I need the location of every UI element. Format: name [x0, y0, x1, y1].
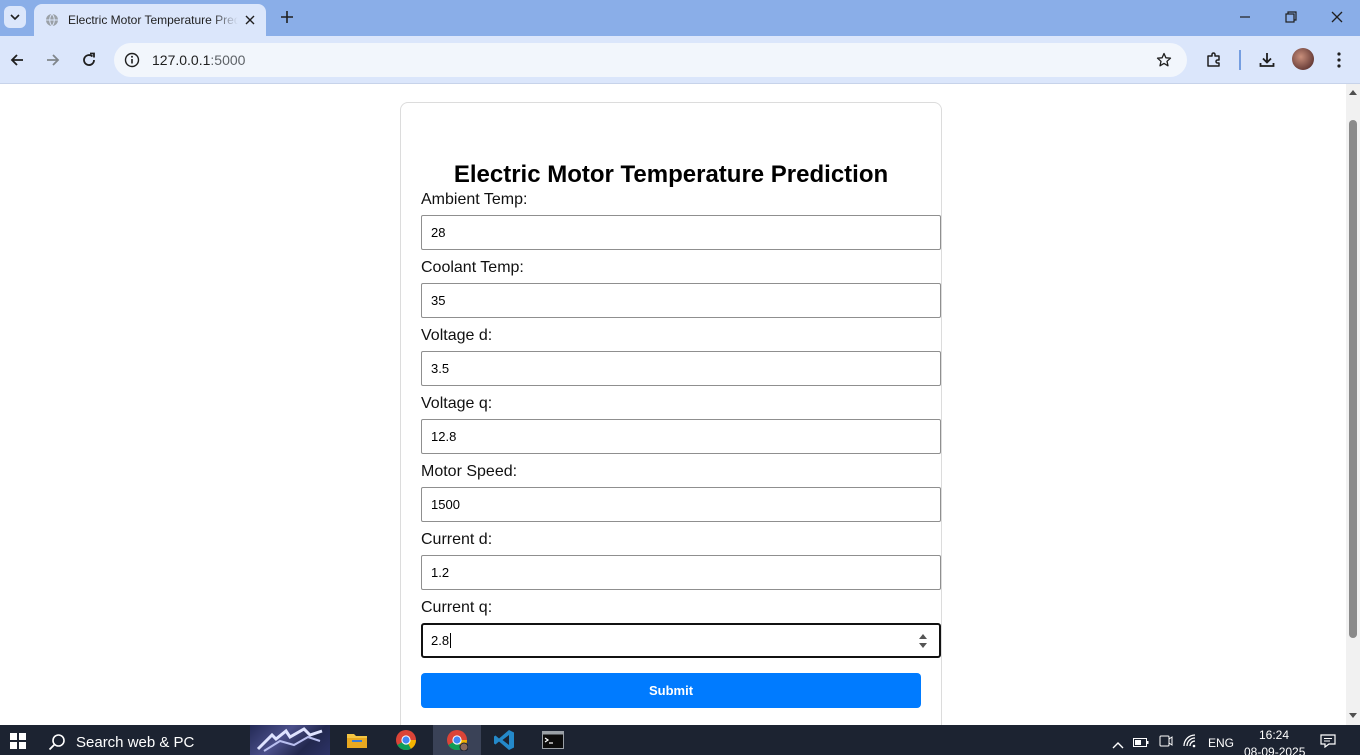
- minimize-icon: [1240, 16, 1250, 18]
- scroll-down-icon[interactable]: [1349, 712, 1357, 718]
- spinner-up-icon: [919, 634, 927, 639]
- site-info-icon[interactable]: [124, 52, 140, 68]
- file-explorer-icon[interactable]: [333, 725, 381, 755]
- search-highlight-image[interactable]: [250, 725, 330, 755]
- voltage-q-input[interactable]: 12.8: [421, 419, 941, 454]
- page-viewport: Electric Motor Temperature Prediction Am…: [0, 84, 1346, 725]
- close-icon: [1331, 11, 1343, 23]
- scroll-up-icon[interactable]: [1349, 89, 1357, 95]
- restore-button[interactable]: [1268, 0, 1314, 34]
- voltage-d-label: Voltage d:: [421, 327, 493, 344]
- search-icon: [48, 734, 65, 751]
- ambient-temp-value: 28: [431, 225, 446, 240]
- voltage-q-label: Voltage q:: [421, 395, 493, 412]
- current-q-input[interactable]: 2.8: [421, 623, 941, 658]
- voltage-d-input[interactable]: 3.5: [421, 351, 941, 386]
- menu-button[interactable]: [1327, 48, 1351, 72]
- url-host: 127.0.0.1: [152, 52, 211, 68]
- page-title: Electric Motor Temperature Prediction: [453, 161, 889, 188]
- address-bar[interactable]: 127.0.0.1:5000: [114, 43, 1187, 77]
- spinner-down-icon: [919, 643, 927, 648]
- chrome-icon[interactable]: [382, 725, 430, 755]
- browser-tab[interactable]: Electric Motor Temperature Prediction: [34, 4, 266, 36]
- globe-icon: [44, 12, 60, 28]
- coolant-temp-input[interactable]: 35: [421, 283, 941, 318]
- number-spinner[interactable]: [919, 634, 927, 648]
- wifi-icon[interactable]: [1183, 734, 1199, 753]
- voltage-q-value: 12.8: [431, 429, 457, 444]
- reload-button[interactable]: [77, 48, 101, 72]
- toolbar-divider: [1239, 50, 1241, 70]
- forward-button[interactable]: [41, 48, 65, 72]
- windows-start-icon[interactable]: [10, 733, 26, 749]
- chevron-down-icon: [10, 14, 20, 21]
- clock-date[interactable]: 08-09-2025: [1244, 745, 1305, 755]
- extensions-button[interactable]: [1202, 48, 1226, 72]
- arrow-right-icon: [47, 54, 60, 66]
- tab-title: Electric Motor Temperature Prediction: [68, 13, 238, 27]
- downloads-button[interactable]: [1255, 48, 1279, 72]
- back-button[interactable]: [5, 48, 29, 72]
- submit-button[interactable]: Submit: [421, 673, 921, 708]
- notification-icon[interactable]: [1320, 734, 1336, 753]
- reload-icon: [83, 52, 95, 66]
- new-tab-button[interactable]: [276, 6, 298, 28]
- text-caret: [450, 633, 452, 648]
- tab-strip: Electric Motor Temperature Prediction: [0, 0, 1360, 36]
- taskbar-search-placeholder: Search web & PC: [76, 733, 195, 751]
- motor-speed-label: Motor Speed:: [421, 463, 518, 480]
- profile-avatar[interactable]: [1292, 48, 1314, 70]
- current-q-label: Current q:: [421, 599, 493, 616]
- coolant-temp-value: 35: [431, 293, 446, 308]
- meet-now-icon[interactable]: [1159, 734, 1173, 753]
- ambient-temp-input[interactable]: 28: [421, 215, 941, 250]
- current-q-value: 2.8: [431, 633, 450, 648]
- motor-speed-input[interactable]: 1500: [421, 487, 941, 522]
- close-window-button[interactable]: [1314, 0, 1360, 34]
- language-indicator[interactable]: ENG: [1208, 736, 1234, 750]
- vscode-icon[interactable]: [480, 725, 528, 755]
- browser-toolbar: 127.0.0.1:5000: [0, 36, 1360, 84]
- page-scrollbar[interactable]: [1346, 84, 1360, 725]
- current-d-input[interactable]: 1.2: [421, 555, 941, 590]
- terminal-icon[interactable]: [529, 725, 577, 755]
- prediction-form-card: Electric Motor Temperature Prediction Am…: [400, 102, 942, 725]
- restore-icon: [1285, 11, 1297, 23]
- puzzle-icon: [1207, 52, 1220, 67]
- url-port: :5000: [210, 52, 246, 68]
- motor-speed-value: 1500: [431, 497, 460, 512]
- current-d-value: 1.2: [431, 565, 450, 580]
- tab-search-button[interactable]: [4, 6, 26, 28]
- current-d-label: Current d:: [421, 531, 493, 548]
- coolant-temp-label: Coolant Temp:: [421, 259, 524, 276]
- close-tab-icon[interactable]: [242, 12, 258, 28]
- ambient-temp-label: Ambient Temp:: [421, 191, 528, 208]
- star-icon[interactable]: [1155, 51, 1173, 69]
- clock-time[interactable]: 16:24: [1259, 728, 1289, 742]
- voltage-d-value: 3.5: [431, 361, 450, 376]
- minimize-button[interactable]: [1222, 0, 1268, 34]
- arrow-left-icon: [10, 54, 23, 66]
- battery-icon[interactable]: [1133, 735, 1149, 753]
- taskbar: Search web & PC ENG 16:24 08-09-2025: [0, 725, 1360, 755]
- download-icon: [1259, 53, 1275, 67]
- scrollbar-thumb[interactable]: [1349, 120, 1357, 638]
- taskbar-search[interactable]: Search web & PC: [48, 729, 248, 755]
- more-vert-icon: [1337, 52, 1341, 68]
- chrome-profile-icon[interactable]: [433, 725, 481, 755]
- chevron-up-icon[interactable]: [1112, 736, 1124, 754]
- plus-icon: [281, 11, 293, 23]
